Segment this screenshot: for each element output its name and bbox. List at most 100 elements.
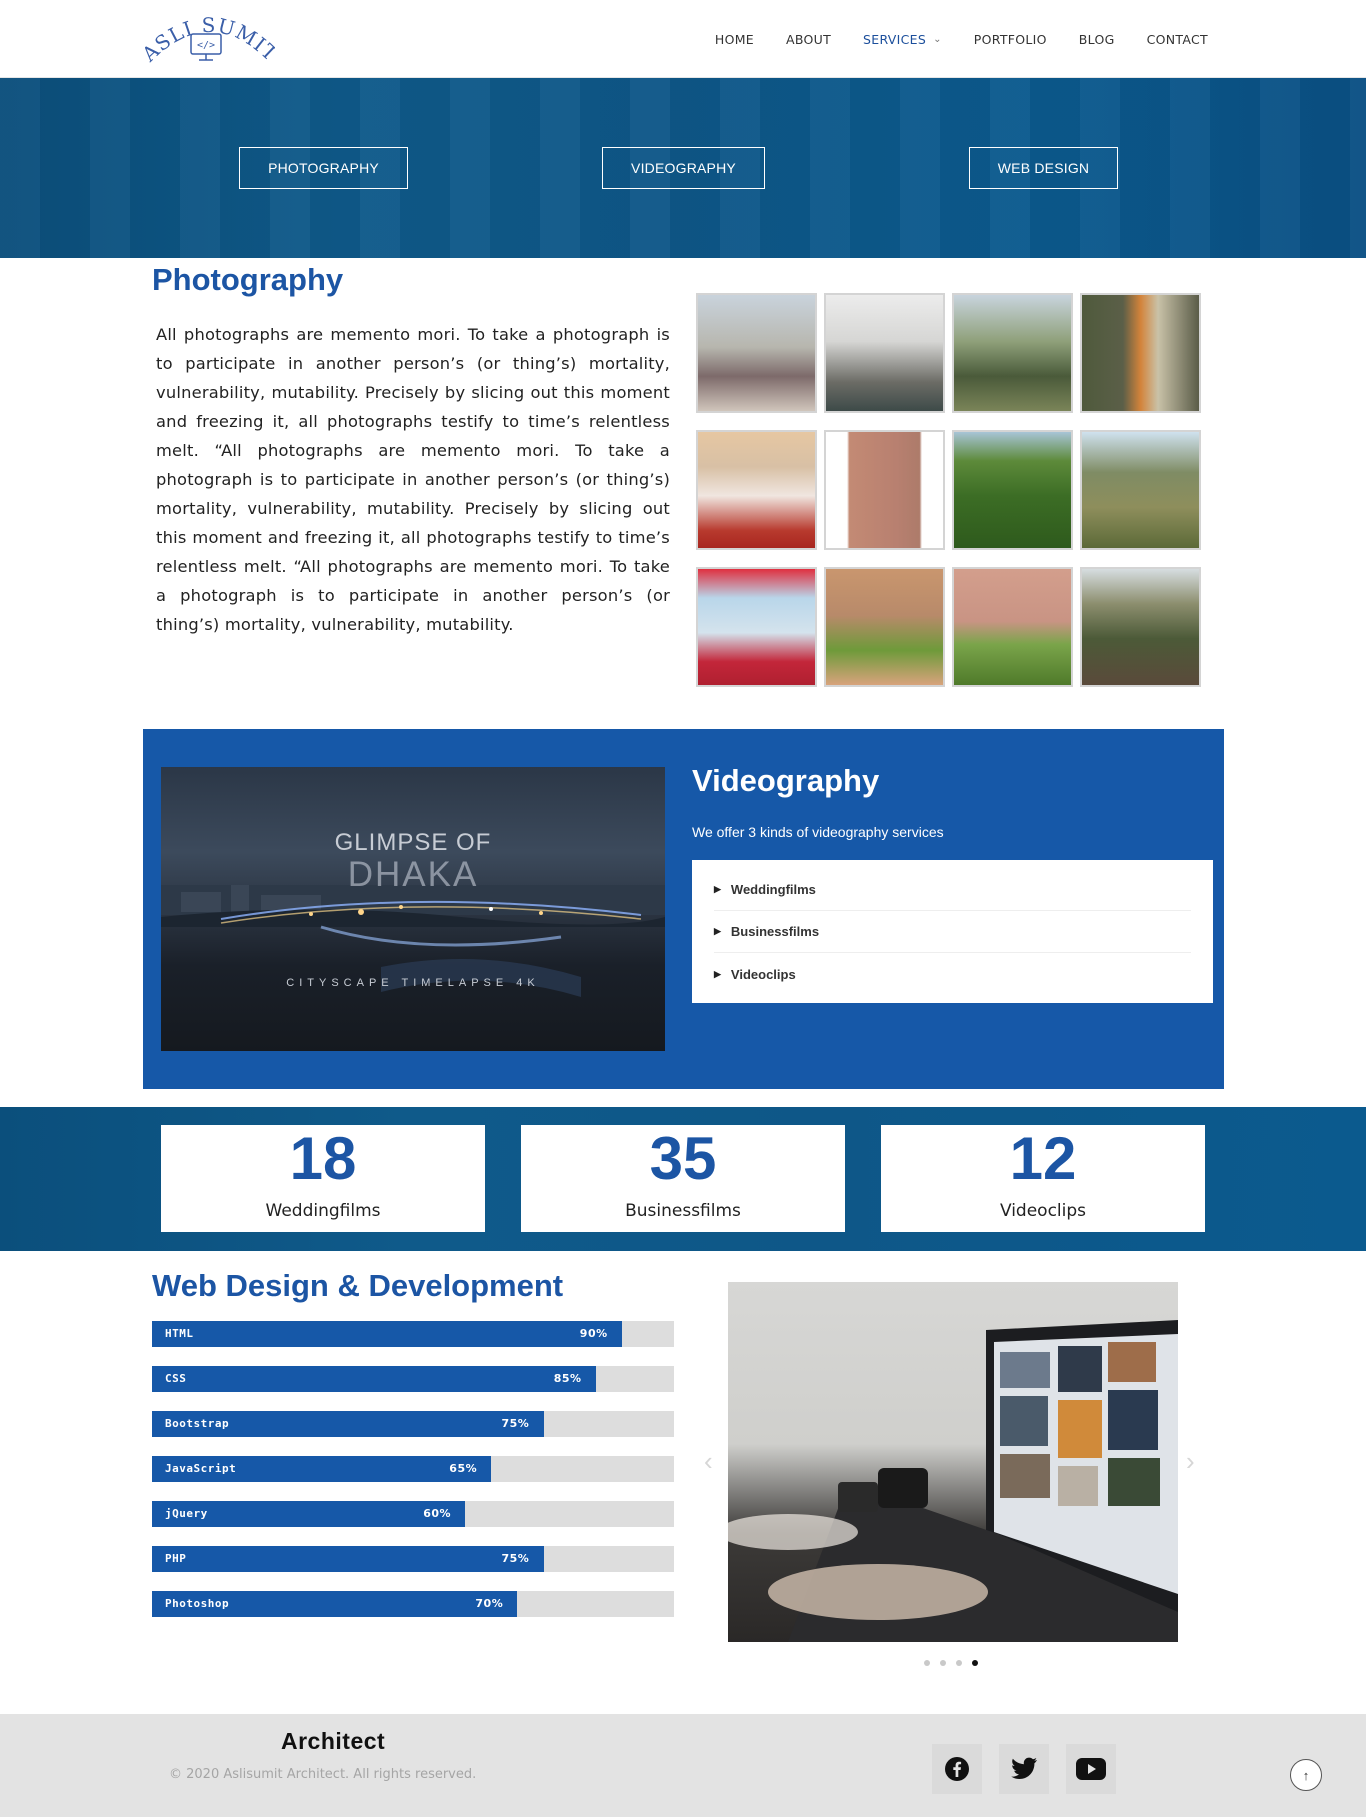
gallery-photo[interactable] (1080, 567, 1201, 687)
videography-heading: Videography (692, 763, 880, 798)
skill-bar: Photoshop 70% (152, 1591, 674, 1617)
photography-button[interactable]: PHOTOGRAPHY (239, 147, 408, 189)
gallery-photo[interactable] (824, 430, 945, 550)
nav-services-label: SERVICES (863, 31, 927, 47)
videography-services-list: ▶ Weddingfilms ▶ Businessfilms ▶ Videoclips (692, 860, 1213, 1003)
service-label: Weddingfilms (730, 882, 816, 897)
video-title-line1: GLIMPSE OF (334, 829, 492, 856)
photography-text: All photographs are memento mori. To tak… (156, 325, 670, 634)
skill-percent: 85% (553, 1372, 582, 1385)
nav-blog[interactable]: BLOG (1063, 32, 1131, 47)
counter-value: 18 (289, 1125, 357, 1192)
back-to-top-button[interactable]: ↑ (1290, 1759, 1322, 1791)
counters-band: 18 Weddingfilms 35 Businessfilms 12 Vide… (0, 1107, 1366, 1251)
caret-right-icon: ▶ (714, 968, 721, 979)
gallery-photo[interactable] (696, 293, 817, 413)
nav-portfolio[interactable]: PORTFOLIO (958, 32, 1063, 47)
service-label: Businessfilms (730, 924, 820, 939)
youtube-link[interactable] (1066, 1744, 1116, 1794)
footer-brand: Architect (281, 1728, 386, 1754)
skill-percent: 90% (579, 1327, 608, 1340)
skill-name: CSS (165, 1372, 187, 1385)
image-slider[interactable] (728, 1282, 1178, 1642)
laptop-photo (728, 1320, 1178, 1642)
list-item[interactable]: ▶ Weddingfilms (714, 869, 1191, 911)
nav-services[interactable]: SERVICES ⌄ (847, 32, 958, 47)
slider-dot-active[interactable] (972, 1660, 978, 1666)
skill-bar-fill (152, 1321, 622, 1347)
counter-label: Businessfilms (625, 1201, 741, 1221)
main-nav: HOME ABOUT SERVICES ⌄ PORTFOLIO BLOG CONT… (699, 0, 1224, 78)
slider-dot[interactable] (940, 1660, 946, 1666)
counter-videoclips: 12 Videoclips (881, 1125, 1205, 1232)
twitter-link[interactable] (999, 1744, 1049, 1794)
counter-value: 35 (649, 1125, 717, 1192)
skill-bar: JavaScript 65% (152, 1456, 674, 1482)
slider-dot[interactable] (956, 1660, 962, 1666)
svg-text:</>: </> (197, 40, 215, 51)
skill-name: Bootstrap (165, 1417, 230, 1430)
gallery-photo[interactable] (952, 430, 1073, 550)
skill-bar: CSS 85% (152, 1366, 674, 1392)
web-design-button[interactable]: WEB DESIGN (969, 147, 1118, 189)
gallery-photo[interactable] (952, 567, 1073, 687)
nav-home[interactable]: HOME (699, 32, 770, 47)
gallery-photo[interactable] (824, 293, 945, 413)
skill-bar-fill (152, 1366, 596, 1392)
facebook-icon (945, 1757, 969, 1781)
city-lights-illustration (161, 885, 665, 997)
slider-prev-arrow[interactable]: ‹ (704, 1446, 713, 1477)
video-title-line2: DHAKA (347, 855, 479, 894)
gallery-photo[interactable] (1080, 293, 1201, 413)
gallery-photo[interactable] (696, 567, 817, 687)
slider-dot[interactable] (924, 1660, 930, 1666)
skill-bar: HTML 90% (152, 1321, 674, 1347)
gallery-photo[interactable] (824, 567, 945, 687)
web-design-button-label: WEB DESIGN (997, 160, 1090, 176)
site-logo[interactable]: ASLI SUMIT </> (136, 10, 281, 67)
gallery-photo[interactable] (952, 293, 1073, 413)
skill-percent: 65% (449, 1462, 478, 1475)
site-footer: Architect © 2020 Aslisumit Architect. Al… (0, 1714, 1366, 1817)
counter-label: Videoclips (999, 1201, 1087, 1221)
video-subtitle: CITYSCAPE TIMELAPSE 4K (286, 977, 540, 989)
skill-name: HTML (165, 1327, 194, 1340)
footer-copyright: © 2020 Aslisumit Architect. All rights r… (169, 1767, 477, 1782)
arrow-up-icon: ↑ (1302, 1767, 1310, 1783)
list-item[interactable]: ▶ Businessfilms (714, 911, 1191, 953)
videography-button-label: VIDEOGRAPHY (631, 160, 736, 176)
slider-dots (924, 1660, 978, 1666)
nav-about[interactable]: ABOUT (770, 32, 847, 47)
skill-name: PHP (165, 1552, 187, 1565)
counter-value: 12 (1009, 1125, 1077, 1192)
counter-label: Weddingfilms (265, 1201, 381, 1221)
nav-about-label: ABOUT (786, 31, 832, 47)
skill-bar: jQuery 60% (152, 1501, 674, 1527)
gallery-photo[interactable] (696, 430, 817, 550)
nav-home-label: HOME (714, 31, 754, 47)
chevron-down-icon: ⌄ (933, 33, 942, 45)
nav-contact[interactable]: CONTACT (1131, 32, 1224, 47)
gallery-photo[interactable] (1080, 430, 1201, 550)
skill-percent: 60% (423, 1507, 452, 1520)
skill-percent: 75% (501, 1552, 530, 1565)
photography-heading: Photography (152, 262, 344, 297)
caret-right-icon: ▶ (714, 926, 721, 936)
skill-name: JavaScript (165, 1462, 237, 1475)
skill-bar: Bootstrap 75% (152, 1411, 674, 1437)
caret-right-icon: ▶ (714, 884, 721, 894)
slider-next-arrow[interactable]: › (1186, 1446, 1195, 1477)
videography-button[interactable]: VIDEOGRAPHY (602, 147, 765, 189)
videography-subtitle: We offer 3 kinds of videography services (692, 824, 944, 840)
skill-bar-fill (152, 1546, 544, 1572)
service-label: Videoclips (730, 966, 796, 982)
videography-section: GLIMPSE OF DHAKA CITYSCAPE TIMELAPSE 4K … (143, 729, 1224, 1089)
video-player[interactable]: GLIMPSE OF DHAKA CITYSCAPE TIMELAPSE 4K (161, 767, 665, 1051)
nav-blog-label: BLOG (1078, 31, 1115, 47)
site-header: ASLI SUMIT </> HOME ABOUT SERVICES ⌄ PORT… (0, 0, 1366, 78)
photography-button-label: PHOTOGRAPHY (268, 160, 379, 176)
facebook-link[interactable] (932, 1744, 982, 1794)
youtube-icon (1076, 1758, 1106, 1780)
list-item[interactable]: ▶ Videoclips (714, 953, 1191, 995)
web-design-heading: Web Design & Development (152, 1268, 564, 1303)
